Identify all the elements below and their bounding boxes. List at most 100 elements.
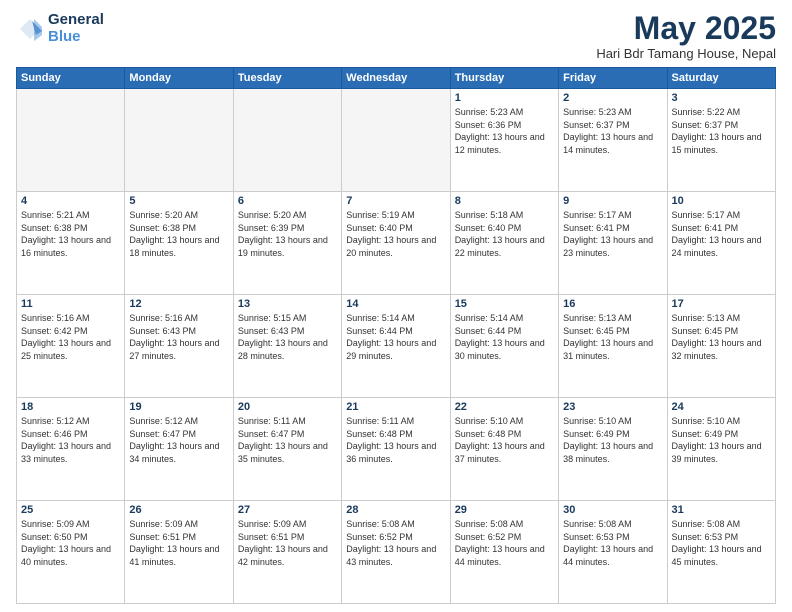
day-info: Sunrise: 5:19 AM Sunset: 6:40 PM Dayligh… bbox=[346, 209, 445, 259]
day-info: Sunrise: 5:11 AM Sunset: 6:47 PM Dayligh… bbox=[238, 415, 337, 465]
col-friday: Friday bbox=[559, 68, 667, 89]
day-number: 21 bbox=[346, 401, 445, 413]
day-info: Sunrise: 5:23 AM Sunset: 6:36 PM Dayligh… bbox=[455, 106, 554, 156]
calendar-cell: 20 Sunrise: 5:11 AM Sunset: 6:47 PM Dayli… bbox=[233, 398, 341, 501]
day-info: Sunrise: 5:18 AM Sunset: 6:40 PM Dayligh… bbox=[455, 209, 554, 259]
calendar-cell: 22 Sunrise: 5:10 AM Sunset: 6:48 PM Dayli… bbox=[450, 398, 558, 501]
month-title: May 2025 bbox=[596, 12, 776, 44]
calendar-cell bbox=[342, 89, 450, 192]
day-number: 27 bbox=[238, 504, 337, 516]
calendar-cell: 9Sunrise: 5:17 AM Sunset: 6:41 PM Daylig… bbox=[559, 192, 667, 295]
day-number: 24 bbox=[672, 401, 771, 413]
calendar-cell: 28 Sunrise: 5:08 AM Sunset: 6:52 PM Dayli… bbox=[342, 501, 450, 604]
day-number: 23 bbox=[563, 401, 662, 413]
calendar-cell: 12Sunrise: 5:16 AM Sunset: 6:43 PM Dayli… bbox=[125, 295, 233, 398]
logo: General Blue bbox=[16, 12, 104, 45]
logo-text: General Blue bbox=[48, 12, 104, 45]
calendar-cell: 30Sunrise: 5:08 AM Sunset: 6:53 PM Dayli… bbox=[559, 501, 667, 604]
day-info: Sunrise: 5:10 AM Sunset: 6:49 PM Dayligh… bbox=[563, 415, 662, 465]
day-info: Sunrise: 5:23 AM Sunset: 6:37 PM Dayligh… bbox=[563, 106, 662, 156]
day-number: 11 bbox=[21, 298, 120, 310]
col-tuesday: Tuesday bbox=[233, 68, 341, 89]
day-number: 16 bbox=[563, 298, 662, 310]
col-saturday: Saturday bbox=[667, 68, 775, 89]
day-info: Sunrise: 5:16 AM Sunset: 6:42 PM Dayligh… bbox=[21, 312, 120, 362]
day-number: 30 bbox=[563, 504, 662, 516]
day-number: 5 bbox=[129, 195, 228, 207]
calendar-cell: 7 Sunrise: 5:19 AM Sunset: 6:40 PM Daylig… bbox=[342, 192, 450, 295]
day-number: 10 bbox=[672, 195, 771, 207]
day-info: Sunrise: 5:11 AM Sunset: 6:48 PM Dayligh… bbox=[346, 415, 445, 465]
calendar-week-2: 4 Sunrise: 5:21 AM Sunset: 6:38 PM Daylig… bbox=[17, 192, 776, 295]
calendar-cell: 4 Sunrise: 5:21 AM Sunset: 6:38 PM Daylig… bbox=[17, 192, 125, 295]
day-info: Sunrise: 5:20 AM Sunset: 6:38 PM Dayligh… bbox=[129, 209, 228, 259]
day-number: 19 bbox=[129, 401, 228, 413]
day-number: 20 bbox=[238, 401, 337, 413]
col-sunday: Sunday bbox=[17, 68, 125, 89]
day-number: 3 bbox=[672, 92, 771, 104]
day-info: Sunrise: 5:20 AM Sunset: 6:39 PM Dayligh… bbox=[238, 209, 337, 259]
day-info: Sunrise: 5:12 AM Sunset: 6:46 PM Dayligh… bbox=[21, 415, 120, 465]
calendar-week-4: 18 Sunrise: 5:12 AM Sunset: 6:46 PM Dayli… bbox=[17, 398, 776, 501]
day-number: 17 bbox=[672, 298, 771, 310]
weekday-header-row: Sunday Monday Tuesday Wednesday Thursday… bbox=[17, 68, 776, 89]
calendar-header: Sunday Monday Tuesday Wednesday Thursday… bbox=[17, 68, 776, 89]
day-info: Sunrise: 5:09 AM Sunset: 6:51 PM Dayligh… bbox=[238, 518, 337, 568]
day-info: Sunrise: 5:10 AM Sunset: 6:49 PM Dayligh… bbox=[672, 415, 771, 465]
calendar-cell: 25 Sunrise: 5:09 AM Sunset: 6:50 PM Dayli… bbox=[17, 501, 125, 604]
day-number: 29 bbox=[455, 504, 554, 516]
day-number: 14 bbox=[346, 298, 445, 310]
day-info: Sunrise: 5:09 AM Sunset: 6:51 PM Dayligh… bbox=[129, 518, 228, 568]
calendar-cell: 10Sunrise: 5:17 AM Sunset: 6:41 PM Dayli… bbox=[667, 192, 775, 295]
calendar-cell: 21 Sunrise: 5:11 AM Sunset: 6:48 PM Dayli… bbox=[342, 398, 450, 501]
calendar-table: Sunday Monday Tuesday Wednesday Thursday… bbox=[16, 67, 776, 604]
col-wednesday: Wednesday bbox=[342, 68, 450, 89]
day-info: Sunrise: 5:14 AM Sunset: 6:44 PM Dayligh… bbox=[346, 312, 445, 362]
day-info: Sunrise: 5:22 AM Sunset: 6:37 PM Dayligh… bbox=[672, 106, 771, 156]
calendar-cell: 6 Sunrise: 5:20 AM Sunset: 6:39 PM Daylig… bbox=[233, 192, 341, 295]
day-number: 18 bbox=[21, 401, 120, 413]
day-number: 22 bbox=[455, 401, 554, 413]
logo-icon bbox=[16, 15, 44, 43]
calendar-cell: 31 Sunrise: 5:08 AM Sunset: 6:53 PM Dayli… bbox=[667, 501, 775, 604]
day-info: Sunrise: 5:15 AM Sunset: 6:43 PM Dayligh… bbox=[238, 312, 337, 362]
day-info: Sunrise: 5:13 AM Sunset: 6:45 PM Dayligh… bbox=[672, 312, 771, 362]
day-number: 7 bbox=[346, 195, 445, 207]
calendar-cell bbox=[17, 89, 125, 192]
day-number: 25 bbox=[21, 504, 120, 516]
day-info: Sunrise: 5:12 AM Sunset: 6:47 PM Dayligh… bbox=[129, 415, 228, 465]
calendar-cell: 19 Sunrise: 5:12 AM Sunset: 6:47 PM Dayli… bbox=[125, 398, 233, 501]
day-info: Sunrise: 5:13 AM Sunset: 6:45 PM Dayligh… bbox=[563, 312, 662, 362]
day-number: 8 bbox=[455, 195, 554, 207]
calendar-cell: 15Sunrise: 5:14 AM Sunset: 6:44 PM Dayli… bbox=[450, 295, 558, 398]
calendar-cell: 26Sunrise: 5:09 AM Sunset: 6:51 PM Dayli… bbox=[125, 501, 233, 604]
day-number: 1 bbox=[455, 92, 554, 104]
day-info: Sunrise: 5:10 AM Sunset: 6:48 PM Dayligh… bbox=[455, 415, 554, 465]
calendar-cell bbox=[125, 89, 233, 192]
calendar-cell: 2Sunrise: 5:23 AM Sunset: 6:37 PM Daylig… bbox=[559, 89, 667, 192]
calendar-cell: 29Sunrise: 5:08 AM Sunset: 6:52 PM Dayli… bbox=[450, 501, 558, 604]
day-number: 31 bbox=[672, 504, 771, 516]
calendar-cell: 5 Sunrise: 5:20 AM Sunset: 6:38 PM Daylig… bbox=[125, 192, 233, 295]
calendar-cell: 23 Sunrise: 5:10 AM Sunset: 6:49 PM Dayli… bbox=[559, 398, 667, 501]
calendar-week-3: 11 Sunrise: 5:16 AM Sunset: 6:42 PM Dayli… bbox=[17, 295, 776, 398]
day-info: Sunrise: 5:08 AM Sunset: 6:52 PM Dayligh… bbox=[346, 518, 445, 568]
calendar-cell: 14 Sunrise: 5:14 AM Sunset: 6:44 PM Dayli… bbox=[342, 295, 450, 398]
calendar-week-1: 1 Sunrise: 5:23 AM Sunset: 6:36 PM Daylig… bbox=[17, 89, 776, 192]
day-info: Sunrise: 5:17 AM Sunset: 6:41 PM Dayligh… bbox=[563, 209, 662, 259]
logo-line1: General bbox=[48, 12, 104, 29]
calendar-cell: 17 Sunrise: 5:13 AM Sunset: 6:45 PM Dayli… bbox=[667, 295, 775, 398]
day-number: 4 bbox=[21, 195, 120, 207]
calendar-cell: 13Sunrise: 5:15 AM Sunset: 6:43 PM Dayli… bbox=[233, 295, 341, 398]
calendar-cell: 24 Sunrise: 5:10 AM Sunset: 6:49 PM Dayli… bbox=[667, 398, 775, 501]
day-info: Sunrise: 5:09 AM Sunset: 6:50 PM Dayligh… bbox=[21, 518, 120, 568]
day-info: Sunrise: 5:08 AM Sunset: 6:53 PM Dayligh… bbox=[672, 518, 771, 568]
calendar-cell: 3 Sunrise: 5:22 AM Sunset: 6:37 PM Daylig… bbox=[667, 89, 775, 192]
calendar-body: 1 Sunrise: 5:23 AM Sunset: 6:36 PM Daylig… bbox=[17, 89, 776, 604]
calendar-cell: 1 Sunrise: 5:23 AM Sunset: 6:36 PM Daylig… bbox=[450, 89, 558, 192]
header-right: May 2025 Hari Bdr Tamang House, Nepal bbox=[596, 12, 776, 61]
day-info: Sunrise: 5:21 AM Sunset: 6:38 PM Dayligh… bbox=[21, 209, 120, 259]
day-number: 6 bbox=[238, 195, 337, 207]
day-number: 28 bbox=[346, 504, 445, 516]
calendar-week-5: 25 Sunrise: 5:09 AM Sunset: 6:50 PM Dayli… bbox=[17, 501, 776, 604]
